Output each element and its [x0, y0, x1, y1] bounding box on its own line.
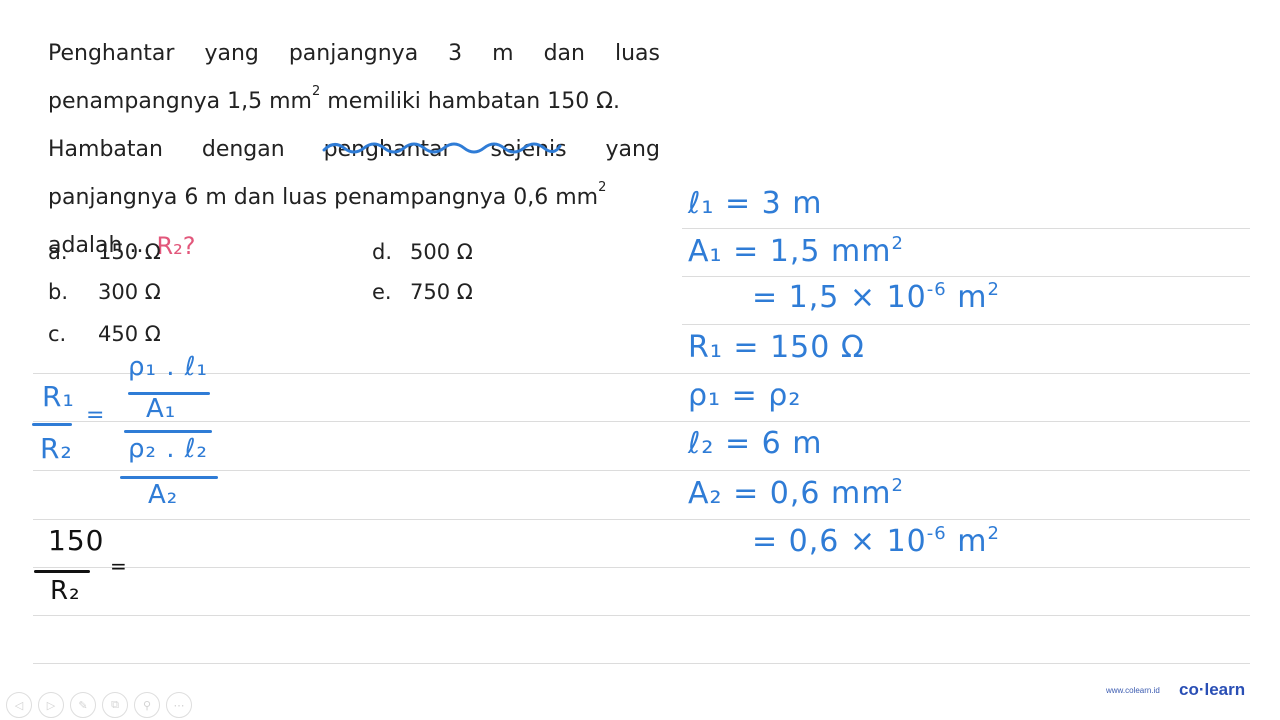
- hand-text: = 0,6 × 10: [752, 524, 927, 559]
- question-line-1: Penghantar yang panjangnya 3 m dan luas: [48, 30, 660, 78]
- text: memiliki hambatan 150 Ω.: [320, 89, 620, 114]
- option-d[interactable]: d. 500 Ω: [372, 240, 473, 264]
- rule-line: [682, 228, 1250, 229]
- known-l2: ℓ₂ = 6 m: [688, 426, 822, 461]
- option-b[interactable]: b. 300 Ω: [48, 280, 161, 304]
- option-value: 150 Ω: [98, 240, 161, 264]
- player-toolbar: ◁ ▷ ✎ ⧉ ⚲ ⋯: [6, 692, 192, 718]
- rule-line: [33, 470, 1250, 471]
- word: yang: [204, 41, 259, 66]
- rhs-bottom-numerator: ρ₂ . ℓ₂: [128, 434, 208, 464]
- hand-text: m: [946, 524, 988, 559]
- known-r1: R₁ = 150 Ω: [688, 330, 865, 365]
- fraction-bar: [32, 423, 72, 426]
- rhs-bottom-denominator: A₂: [148, 480, 179, 510]
- copy-icon[interactable]: ⧉: [102, 692, 128, 718]
- brand-logo: co·learn: [1179, 680, 1246, 699]
- known-a1-si: = 1,5 × 10-6 m2: [752, 279, 1000, 316]
- option-letter: e.: [372, 280, 392, 304]
- option-value: 450 Ω: [98, 322, 161, 346]
- ratio-lhs-denominator: R₂: [40, 432, 73, 465]
- rule-line: [33, 567, 1250, 568]
- hand-text: A₂ = 0,6 mm: [688, 476, 892, 511]
- option-e[interactable]: e. 750 Ω: [372, 280, 473, 304]
- word: dengan: [201, 137, 285, 162]
- text: panjangnya 6 m dan luas penampangnya 0,6…: [48, 185, 599, 210]
- hand-text: = 1,5 × 10: [752, 280, 927, 315]
- rule-line: [682, 324, 1250, 325]
- superscript: 2: [312, 84, 321, 99]
- word: Hambatan: [48, 137, 163, 162]
- wavy-underline: [322, 142, 562, 154]
- known-l1: ℓ₁ = 3 m: [688, 186, 822, 221]
- rule-line: [33, 663, 1250, 664]
- known-a1: A₁ = 1,5 mm2: [688, 233, 904, 270]
- known-a2: A₂ = 0,6 mm2: [688, 475, 904, 512]
- option-letter: c.: [48, 322, 67, 346]
- superscript: 2: [598, 180, 607, 195]
- hand-text: ρ₁ = ρ₂: [688, 378, 802, 413]
- superscript: 2: [891, 475, 904, 496]
- question-line-2: penampangnya 1,5 mm 2 memiliki hambatan 1…: [48, 78, 660, 126]
- next-icon[interactable]: ▷: [38, 692, 64, 718]
- rule-line: [33, 373, 1250, 374]
- more-icon[interactable]: ⋯: [166, 692, 192, 718]
- superscript: -6: [926, 523, 947, 544]
- hand-text: ℓ₁ = 3 m: [688, 186, 823, 221]
- ratio-lhs-numerator: R₁: [42, 380, 75, 413]
- rule-line: [33, 519, 1250, 520]
- equals-sign: =: [86, 403, 106, 428]
- main-fraction-bar: [124, 430, 212, 433]
- option-a[interactable]: a. 150 Ω: [48, 240, 161, 264]
- option-c[interactable]: c. 450 Ω: [48, 322, 161, 346]
- hand-text: m: [946, 280, 988, 315]
- word: panjangnya: [288, 41, 419, 66]
- word: luas: [614, 41, 660, 66]
- step2-numerator: 150: [48, 524, 105, 557]
- zoom-icon[interactable]: ⚲: [134, 692, 160, 718]
- pen-icon[interactable]: ✎: [70, 692, 96, 718]
- option-letter: d.: [372, 240, 393, 264]
- word: m: [492, 41, 514, 66]
- rule-line: [682, 276, 1250, 277]
- rule-line: [33, 615, 1250, 616]
- word: yang: [605, 137, 660, 162]
- annotation-r2: R₂?: [156, 232, 196, 260]
- equals-sign: =: [110, 554, 128, 578]
- fraction-bar: [120, 476, 218, 479]
- step2-denominator: R₂: [50, 576, 81, 606]
- rhs-top-numerator: ρ₁ . ℓ₁: [128, 352, 208, 382]
- superscript: 2: [987, 523, 1000, 544]
- hand-text: ℓ₂ = 6 m: [688, 426, 823, 461]
- hand-text: R₁ = 150 Ω: [688, 330, 865, 365]
- rule-line: [33, 421, 1250, 422]
- fraction-bar: [34, 570, 90, 573]
- rhs-top-denominator: A₁: [146, 394, 177, 424]
- superscript: -6: [926, 279, 947, 300]
- prev-icon[interactable]: ◁: [6, 692, 32, 718]
- superscript: 2: [987, 279, 1000, 300]
- superscript: 2: [891, 233, 904, 254]
- word: dan: [543, 41, 585, 66]
- option-value: 500 Ω: [410, 240, 473, 264]
- word: Penghantar: [48, 41, 175, 66]
- option-value: 300 Ω: [98, 280, 161, 304]
- text: penampangnya 1,5 mm: [48, 89, 312, 114]
- word: 3: [448, 41, 463, 66]
- option-value: 750 Ω: [410, 280, 473, 304]
- option-letter: b.: [48, 280, 69, 304]
- question-line-4: panjangnya 6 m dan luas penampangnya 0,6…: [48, 174, 660, 222]
- option-letter: a.: [48, 240, 68, 264]
- known-rho: ρ₁ = ρ₂: [688, 378, 801, 413]
- brand-url[interactable]: www.colearn.id: [1106, 686, 1160, 695]
- hand-text: A₁ = 1,5 mm: [688, 234, 892, 269]
- known-a2-si: = 0,6 × 10-6 m2: [752, 523, 1000, 560]
